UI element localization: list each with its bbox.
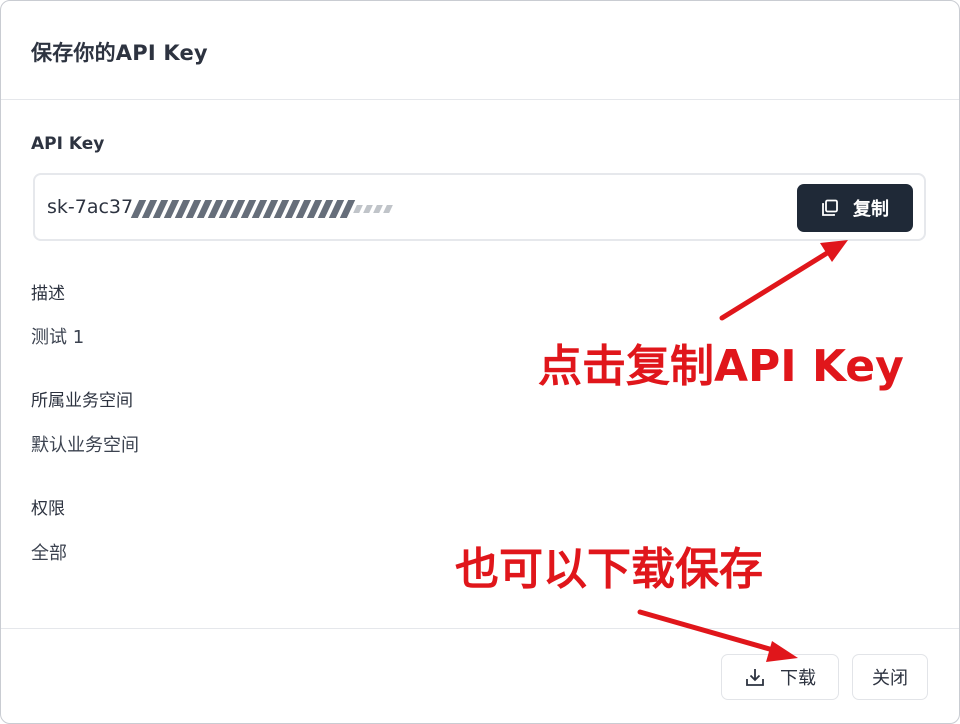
api-key-value: sk-7ac37	[47, 196, 134, 218]
permission-value: 全部	[31, 543, 67, 564]
permission-label: 权限	[31, 499, 65, 519]
download-button[interactable]: 下载	[721, 654, 839, 700]
download-icon	[746, 669, 764, 686]
dialog-title: 保存你的API Key	[31, 41, 208, 65]
description-value: 测试 1	[31, 327, 85, 348]
copy-hint-annotation: 点击复制API Key	[538, 341, 904, 392]
dialog-header: 保存你的API Key	[1, 1, 959, 100]
close-button[interactable]: 关闭	[852, 654, 928, 700]
copy-button-label: 复制	[853, 199, 889, 220]
dialog-footer: 下载 关闭	[1, 628, 959, 723]
workspace-label: 所属业务空间	[31, 391, 133, 411]
api-key-field[interactable]: sk-7ac37 复制	[33, 173, 926, 241]
download-button-label: 下载	[780, 668, 816, 689]
workspace-value: 默认业务空间	[31, 435, 139, 456]
copy-icon	[822, 199, 838, 216]
download-hint-annotation: 也可以下载保存	[455, 544, 763, 595]
copy-button[interactable]: 复制	[797, 184, 913, 232]
api-key-label: API Key	[31, 134, 105, 154]
description-label: 描述	[31, 284, 65, 304]
api-key-masked-portion	[130, 197, 435, 221]
